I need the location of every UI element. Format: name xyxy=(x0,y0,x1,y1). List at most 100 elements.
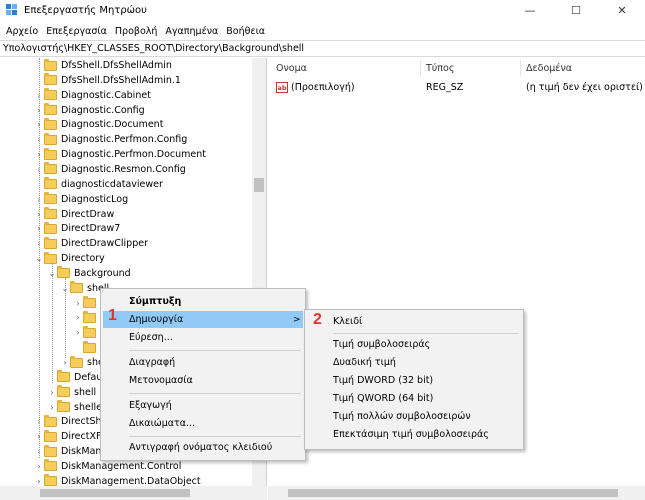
submenu-qword-value[interactable]: Τιμή QWORD (64 bit) xyxy=(333,390,433,407)
menu-bar: Αρχείο Επεξεργασία Προβολή Αγαπημένα Βοή… xyxy=(0,22,645,40)
value-row-name[interactable]: ab (Προεπιλογή) xyxy=(276,80,355,95)
tree-item[interactable]: Defau xyxy=(47,370,102,385)
tree-item[interactable]: diagnosticdataviewer xyxy=(34,177,163,192)
folder-icon xyxy=(44,429,57,442)
chevron-right-icon[interactable]: › xyxy=(34,477,44,486)
tree-item[interactable]: › shelle xyxy=(47,400,102,415)
folder-icon xyxy=(57,400,70,413)
close-button[interactable]: ✕ xyxy=(599,0,645,20)
folder-icon xyxy=(44,132,57,145)
folder-icon xyxy=(44,414,57,427)
folder-icon xyxy=(70,281,83,294)
tree-item-label: diagnosticdataviewer xyxy=(61,178,163,190)
menu-favorites[interactable]: Αγαπημένα xyxy=(162,26,221,37)
maximize-button[interactable]: ☐ xyxy=(553,0,599,20)
values-horizontal-scrollbar[interactable] xyxy=(268,486,645,500)
menu-edit[interactable]: Επεξεργασία xyxy=(43,26,110,37)
tree-item[interactable]: DfsShell.DfsShellAdmin.1 xyxy=(34,73,181,88)
folder-icon xyxy=(44,236,57,249)
tree-guide-line xyxy=(52,263,53,383)
tree-item[interactable]: › xyxy=(73,310,100,325)
submenu-binary-value[interactable]: Δυαδική τιμή xyxy=(333,354,396,371)
tree-item[interactable]: › Diagnostic.Config xyxy=(34,103,145,118)
submenu-string-value[interactable]: Τιμή συμβολοσειράς xyxy=(333,336,430,353)
column-name[interactable]: Ονομα xyxy=(276,58,307,78)
context-delete[interactable]: Διαγραφή xyxy=(129,354,175,371)
menu-file[interactable]: Αρχείο xyxy=(3,26,41,37)
column-type[interactable]: Τύπος xyxy=(426,58,454,78)
regedit-app-icon xyxy=(6,4,18,16)
context-find[interactable]: Εύρεση... xyxy=(129,329,173,346)
value-type: REG_SZ xyxy=(426,82,464,93)
tree-item[interactable]: › xyxy=(73,325,100,340)
tree-item[interactable]: DfsShell.DfsShellAdmin xyxy=(34,58,172,73)
tree-item[interactable]: › DiagnosticLog xyxy=(34,192,128,207)
folder-icon xyxy=(57,385,70,398)
folder-icon xyxy=(44,117,57,130)
submenu-multi-string-value[interactable]: Τιμή πολλών συμβολοσειρών xyxy=(333,408,471,425)
tree-item[interactable]: › DirectDraw xyxy=(34,207,114,222)
chevron-right-icon[interactable]: › xyxy=(73,299,83,308)
tree-item-label: Directory xyxy=(61,253,105,265)
tree-item[interactable]: › shell xyxy=(47,385,96,400)
minimize-button[interactable]: — xyxy=(507,0,553,20)
submenu-key[interactable]: Κλειδί xyxy=(333,313,362,330)
tree-item[interactable]: › DirectXFi xyxy=(34,429,103,444)
value-data: (η τιμή δεν έχει οριστεί) xyxy=(526,82,643,93)
tree-item-label: DfsShell.DfsShellAdmin xyxy=(61,60,172,71)
tree-item-label: Diagnostic.Config xyxy=(61,104,145,116)
menu-view[interactable]: Προβολή xyxy=(112,26,161,37)
address-bar[interactable]: Υπολογιστής\HKEY_CLASSES_ROOT\Directory\… xyxy=(0,40,645,57)
tree-item[interactable]: › DirectDrawClipper xyxy=(34,236,148,251)
tree-item[interactable]: › xyxy=(73,296,100,311)
context-export[interactable]: Εξαγωγή xyxy=(129,397,172,414)
folder-icon xyxy=(57,266,70,279)
tree-item[interactable]: › DirectSho xyxy=(34,414,107,429)
chevron-right-icon[interactable]: › xyxy=(73,313,83,322)
tree-item[interactable]: › DiskMana xyxy=(34,444,107,459)
tree-scroll-thumb[interactable] xyxy=(254,178,264,192)
folder-icon xyxy=(44,177,57,190)
folder-icon xyxy=(44,474,57,486)
submenu-expandable-string-value[interactable]: Επεκτάσιμη τιμή συμβολοσειράς xyxy=(333,426,489,443)
new-submenu: Κλειδί Τιμή συμβολοσειράς Δυαδική τιμή Τ… xyxy=(304,309,524,450)
tree-item-label: Diagnostic.Perfmon.Config xyxy=(61,134,188,146)
chevron-right-icon[interactable]: › xyxy=(47,403,57,412)
tree-item[interactable]: › Diagnostic.Perfmon.Config xyxy=(34,132,187,147)
chevron-right-icon[interactable]: › xyxy=(73,328,83,337)
chevron-right-icon[interactable]: › xyxy=(60,358,70,367)
tree-item[interactable]: › Diagnostic.Perfmon.Document xyxy=(34,147,206,162)
tree-item[interactable]: › DiskManagement.DataObject xyxy=(34,474,201,486)
tree-item[interactable]: ⌄ Directory xyxy=(34,251,105,266)
context-rename[interactable]: Μετονομασία xyxy=(129,372,193,389)
tree-item[interactable]: › Diagnostic.Resmon.Config xyxy=(34,162,186,177)
tree-item[interactable]: › Diagnostic.Document xyxy=(34,117,163,132)
chevron-right-icon[interactable]: › xyxy=(34,462,44,471)
tree-item[interactable]: › DirectDraw7 xyxy=(34,221,120,236)
tree-guide-line xyxy=(65,278,66,358)
context-collapse[interactable]: Σύμπτυξη xyxy=(129,293,181,310)
tree-horizontal-scrollbar[interactable] xyxy=(0,486,267,500)
tree-item[interactable]: › she xyxy=(60,355,104,370)
context-new[interactable]: Δημιουργία xyxy=(129,311,183,328)
folder-icon xyxy=(57,370,70,383)
tree-item-label: Defau xyxy=(74,371,103,383)
string-value-icon: ab xyxy=(276,82,288,93)
tree-item[interactable]: ⌄ Background xyxy=(47,266,131,281)
tree-item-label: Diagnostic.Cabinet xyxy=(61,89,151,101)
menu-help[interactable]: Βοήθεια xyxy=(223,26,268,37)
tree-item[interactable] xyxy=(73,340,100,355)
values-hscroll-thumb[interactable] xyxy=(288,489,618,497)
folder-icon xyxy=(44,221,57,234)
context-copy-key-name[interactable]: Αντιγραφή ονόματος κλειδιού xyxy=(129,439,272,456)
folder-icon xyxy=(44,251,57,264)
tree-hscroll-thumb[interactable] xyxy=(40,489,190,497)
step-marker-1: 1 xyxy=(108,307,117,324)
tree-item[interactable]: › DiskManagement.Control xyxy=(34,459,181,474)
context-permissions[interactable]: Δικαιώματα... xyxy=(129,415,195,432)
submenu-dword-value[interactable]: Τιμή DWORD (32 bit) xyxy=(333,372,433,389)
tree-item[interactable]: › Diagnostic.Cabinet xyxy=(34,88,151,103)
column-data[interactable]: Δεδομένα xyxy=(526,58,572,78)
tree-item-label: shelle xyxy=(74,401,102,413)
chevron-right-icon[interactable]: › xyxy=(47,388,57,397)
